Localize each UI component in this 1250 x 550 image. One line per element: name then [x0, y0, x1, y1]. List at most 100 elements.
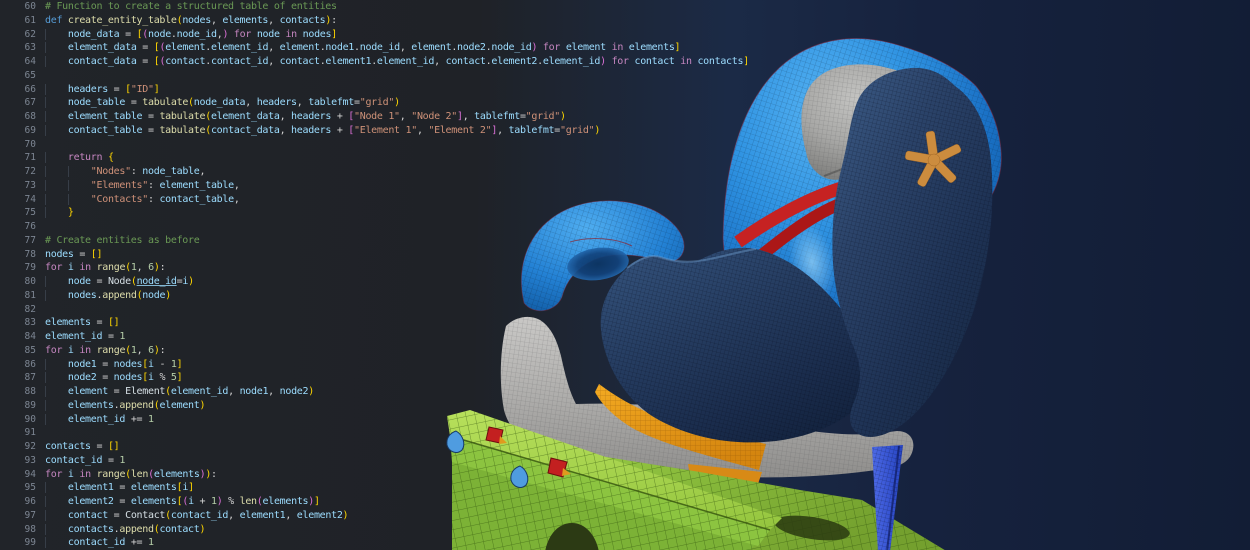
code-text: element2 = elements[(i + 1) % len(elemen…: [36, 495, 320, 509]
line-number: 70: [24, 138, 36, 150]
code-line[interactable]: 62 node_data = [(node.node_id,) for node…: [0, 28, 780, 42]
code-text: node_table = tabulate(node_data, headers…: [36, 96, 400, 110]
line-number: 90: [24, 413, 36, 425]
code-line[interactable]: 96 element2 = elements[(i + 1) % len(ele…: [0, 495, 780, 509]
code-line[interactable]: 93 contact_id = 1: [0, 454, 780, 468]
code-line[interactable]: 94 for i in range(len(elements)):: [0, 468, 780, 482]
code-line[interactable]: 98 contacts.append(contact): [0, 523, 780, 537]
code-line[interactable]: 97 contact = Contact(contact_id, element…: [0, 509, 780, 523]
code-line[interactable]: 61 def create_entity_table(nodes, element…: [0, 14, 780, 28]
line-number: 82: [24, 303, 36, 315]
code-line[interactable]: 84 element_id = 1: [0, 330, 780, 344]
code-line[interactable]: 65: [0, 69, 780, 83]
code-line[interactable]: 89 elements.append(element): [0, 399, 780, 413]
code-text: element_id += 1: [36, 413, 154, 427]
line-number: 87: [24, 372, 36, 384]
line-number: 91: [24, 427, 36, 439]
code-text: element = Element(element_id, node1, nod…: [36, 385, 314, 399]
code-line[interactable]: 87 node2 = nodes[i % 5]: [0, 371, 780, 385]
line-number: 80: [24, 276, 36, 287]
line-number: 93: [24, 454, 36, 466]
code-text: element_data = [(element.element_id, ele…: [36, 41, 681, 55]
code-line[interactable]: 64 contact_data = [(contact.contact_id, …: [0, 55, 780, 69]
code-text: contact = Contact(contact_id, element1, …: [36, 509, 349, 523]
line-number: 85: [24, 344, 36, 356]
code-line[interactable]: 77 # Create entities as before: [0, 234, 780, 248]
code-text: contacts.append(contact): [36, 523, 206, 537]
line-number: 88: [24, 386, 36, 397]
code-text: def create_entity_table(nodes, elements,…: [45, 14, 337, 26]
line-number: 84: [24, 331, 36, 342]
line-number: 79: [24, 262, 36, 274]
code-line[interactable]: 82: [0, 303, 780, 317]
code-text: # Function to create a structured table …: [45, 1, 337, 12]
code-line[interactable]: 79 for i in range(1, 6):: [0, 261, 780, 275]
line-number: 72: [24, 166, 36, 177]
code-line[interactable]: 71 return {: [0, 151, 780, 165]
line-number: 97: [24, 509, 36, 521]
code-line[interactable]: 88 element = Element(element_id, node1, …: [0, 385, 780, 399]
line-number: 66: [24, 83, 36, 95]
code-text: element_table = tabulate(element_data, h…: [36, 110, 566, 124]
line-number: 74: [24, 193, 36, 205]
code-line[interactable]: 75 }: [0, 206, 780, 220]
code-line[interactable]: 81 nodes.append(node): [0, 289, 780, 303]
code-text: "Nodes": node_table,: [36, 165, 206, 179]
line-number: 60: [24, 1, 36, 12]
code-text: node1 = nodes[i - 1]: [36, 358, 183, 372]
code-text: node_data = [(node.node_id,) for node in…: [36, 28, 337, 42]
code-line[interactable]: 80 node = Node(node_id=i): [0, 275, 780, 289]
line-number: 96: [24, 496, 36, 507]
code-line[interactable]: 85 for i in range(1, 6):: [0, 344, 780, 358]
code-text: contact_table = tabulate(contact_data, h…: [36, 124, 600, 138]
code-line[interactable]: 92 contacts = []: [0, 440, 780, 454]
code-line[interactable]: 63 element_data = [(element.element_id, …: [0, 41, 780, 55]
code-line[interactable]: 67 node_table = tabulate(node_data, head…: [0, 96, 780, 110]
code-line[interactable]: 90 element_id += 1: [0, 413, 780, 427]
line-number: 92: [24, 441, 36, 452]
line-number: 73: [24, 179, 36, 191]
code-line[interactable]: 66 headers = ["ID"]: [0, 83, 780, 97]
line-number: 64: [24, 56, 36, 67]
line-number: 94: [24, 468, 36, 480]
code-editor[interactable]: 60 # Function to create a structured tabl…: [0, 0, 780, 550]
line-number: 89: [24, 399, 36, 411]
code-line[interactable]: 70: [0, 138, 780, 152]
code-line[interactable]: 95 element1 = elements[i]: [0, 481, 780, 495]
code-line[interactable]: 78 nodes = []: [0, 248, 780, 262]
code-text: element1 = elements[i]: [36, 481, 194, 495]
code-text: "Elements": element_table,: [36, 179, 240, 193]
code-line[interactable]: 91: [0, 426, 780, 440]
code-text: }: [36, 206, 74, 220]
code-text: elements.append(element): [36, 399, 206, 413]
code-line[interactable]: 60 # Function to create a structured tabl…: [0, 0, 780, 14]
code-text: nodes = []: [45, 248, 103, 260]
code-line[interactable]: 68 element_table = tabulate(element_data…: [0, 110, 780, 124]
line-number: 77: [24, 234, 36, 246]
line-number: 75: [24, 207, 36, 219]
line-number: 76: [24, 221, 36, 232]
screenshot-root: 60 # Function to create a structured tabl…: [0, 0, 1250, 550]
line-number: 99: [24, 537, 36, 549]
line-number: 61: [24, 14, 36, 26]
code-line[interactable]: 74 "Contacts": contact_table,: [0, 193, 780, 207]
code-text: # Create entities as before: [45, 234, 200, 246]
code-text: for i in range(len(elements)):: [45, 468, 217, 480]
code-line[interactable]: 69 contact_table = tabulate(contact_data…: [0, 124, 780, 138]
line-number: 95: [24, 482, 36, 494]
code-line[interactable]: 83 elements = []: [0, 316, 780, 330]
code-text: "Contacts": contact_table,: [36, 193, 240, 207]
code-line[interactable]: 72 "Nodes": node_table,: [0, 165, 780, 179]
code-text: nodes.append(node): [36, 289, 171, 303]
code-line[interactable]: 73 "Elements": element_table,: [0, 179, 780, 193]
code-line[interactable]: 99 contact_id += 1: [0, 536, 780, 550]
code-line[interactable]: 86 node1 = nodes[i - 1]: [0, 358, 780, 372]
line-number: 81: [24, 289, 36, 301]
code-text: contact_id += 1: [36, 536, 154, 550]
code-line[interactable]: 76: [0, 220, 780, 234]
line-number: 63: [24, 42, 36, 54]
line-number: 86: [24, 358, 36, 370]
